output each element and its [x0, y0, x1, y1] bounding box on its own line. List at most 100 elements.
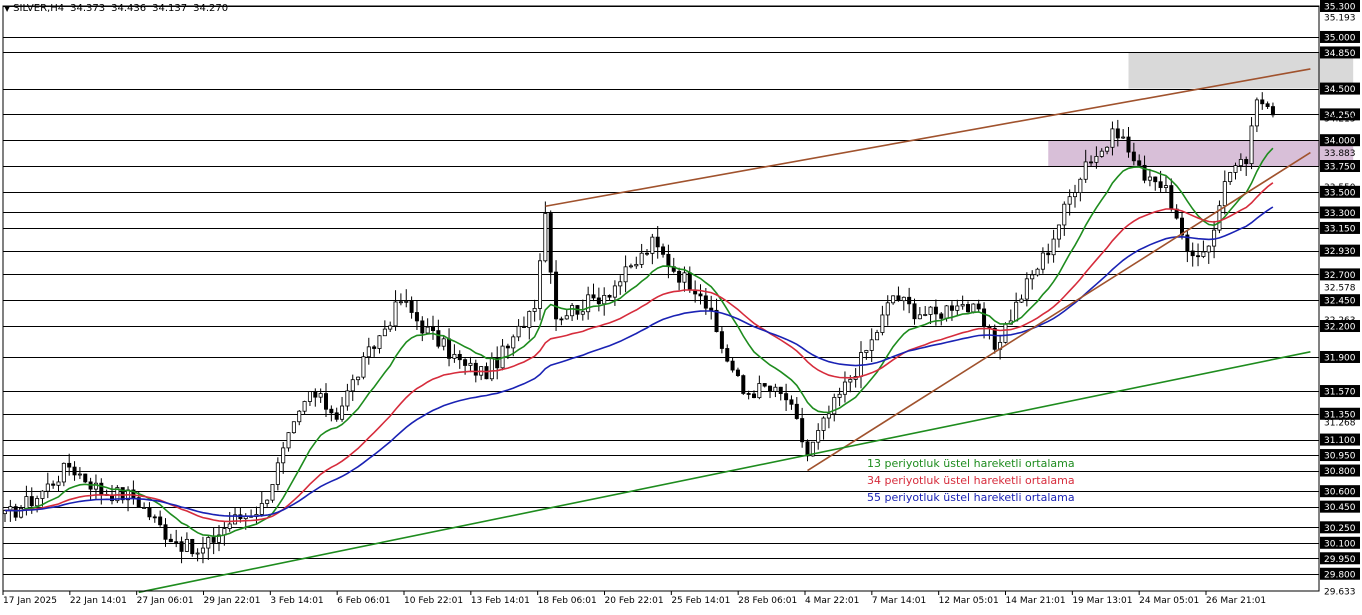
x-tick-label: 13 Feb 14:01 [471, 596, 530, 606]
candle-body [1073, 192, 1078, 198]
candle-body [554, 271, 559, 320]
candle-body [195, 552, 200, 555]
x-tick-label: 10 Feb 22:01 [404, 596, 463, 606]
candle-body [270, 484, 275, 501]
y-tick-label: 31.100 [1324, 436, 1356, 446]
x-tick-label: 3 Feb 14:01 [270, 596, 323, 606]
open-value: 34.373 [70, 3, 106, 14]
legend-item: 13 periyotluk üstel hareketli ortalama [867, 457, 1075, 470]
candle-body [404, 300, 409, 303]
candle-body [869, 339, 874, 351]
candle-body [388, 325, 393, 330]
candle-body [848, 379, 853, 383]
candle-body [174, 541, 179, 544]
candle-body [1019, 298, 1024, 303]
candle-body [543, 213, 548, 262]
rising-support-trendline [807, 151, 1311, 472]
candle-body [548, 213, 553, 273]
candle-body [976, 303, 981, 310]
candle-body [559, 318, 564, 321]
candle-body [1260, 99, 1265, 105]
price-chart: 35.30035.19335.00034.85034.50034.25034.2… [2, 0, 1360, 606]
candle-body [992, 327, 997, 350]
candle-body [1228, 172, 1233, 183]
legend-item: 34 periyotluk üstel hareketli ortalama [867, 474, 1075, 487]
candle-body [511, 336, 516, 349]
candle-body [752, 393, 757, 399]
ema-13-line [4, 147, 1274, 538]
y-tick-label: 29.800 [1324, 570, 1356, 580]
candle-body [484, 366, 489, 380]
candle-body [259, 503, 264, 515]
candle-body [313, 391, 318, 398]
candle-body [329, 408, 334, 414]
candle-body [345, 390, 350, 407]
y-tick-label: 34.213 [1324, 115, 1356, 125]
y-tick-label: 32.450 [1324, 297, 1356, 307]
candle-body [286, 432, 291, 449]
candle-body [527, 311, 532, 328]
x-tick-label: 4 Mar 22:01 [805, 596, 859, 606]
high-value: 34.436 [111, 3, 147, 14]
candle-body [1003, 323, 1008, 343]
candle-body [83, 473, 88, 483]
candle-body [190, 538, 195, 555]
candle-body [757, 383, 762, 399]
candle-body [67, 462, 72, 468]
y-tick-label: 32.578 [1324, 283, 1356, 293]
candle-body [200, 547, 205, 554]
candle-body [302, 401, 307, 412]
candle-body [1147, 176, 1152, 181]
candle-body [457, 353, 462, 361]
candle-body [564, 315, 569, 320]
candle-body [1099, 150, 1104, 157]
y-tick-label: 35.300 [1324, 3, 1356, 13]
candle-body [1270, 106, 1275, 116]
candle-body [323, 393, 328, 410]
candle-body [275, 462, 280, 485]
candle-body [912, 303, 917, 320]
candle-body [623, 266, 628, 283]
candle-body [366, 346, 371, 358]
y-tick-label: 30.950 [1324, 452, 1356, 462]
candle-body [580, 311, 585, 315]
candle-body [489, 357, 494, 380]
candle-body [120, 487, 125, 501]
candle-body [971, 303, 976, 313]
x-tick-label: 28 Feb 06:01 [738, 596, 797, 606]
y-tick-label: 30.100 [1324, 539, 1356, 549]
candle-body [730, 360, 735, 371]
candle-body [420, 320, 425, 334]
candle-body [826, 413, 831, 419]
candle-body [816, 430, 821, 443]
candle-body [687, 272, 692, 291]
candle-body [147, 507, 152, 518]
symbol-dropdown-icon[interactable]: ▼ [4, 4, 10, 13]
candle-body [677, 270, 682, 283]
x-tick-label: 14 Mar 21:01 [1006, 596, 1066, 606]
low-value: 34.137 [152, 3, 188, 14]
candle-body [436, 330, 441, 347]
x-tick-label: 7 Mar 14:01 [872, 596, 926, 606]
y-tick-label: 30.450 [1324, 503, 1356, 513]
x-tick-label: 26 Mar 21:01 [1206, 596, 1266, 606]
candle-body [762, 383, 767, 387]
candle-body [735, 369, 740, 377]
x-tick-label: 17 Jan 2025 [3, 596, 57, 606]
chart-header: ▼ SILVER,H4 34.373 34.436 34.137 34.270 [4, 3, 234, 14]
y-tick-label: 30.800 [1324, 467, 1356, 477]
candle-body [628, 265, 633, 268]
candle-body [709, 307, 714, 311]
candle-body [158, 516, 163, 526]
candle-body [1110, 128, 1115, 148]
candle-body [211, 537, 216, 543]
candle-body [51, 483, 56, 486]
candle-body [334, 412, 339, 420]
breakout-zone [1048, 140, 1354, 167]
candle-body [1158, 181, 1163, 188]
y-tick-label: 35.193 [1324, 14, 1356, 24]
current-price-label: 33.883 [1324, 149, 1356, 159]
candle-body [880, 314, 885, 333]
candle-body [1142, 164, 1147, 181]
candle-body [1244, 159, 1249, 165]
